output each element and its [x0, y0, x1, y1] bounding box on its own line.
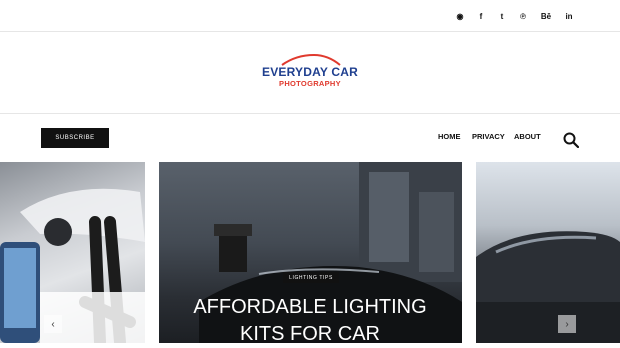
slider-next-button[interactable]: › — [558, 315, 576, 333]
nav-item-privacy[interactable]: PRIVACY — [472, 132, 505, 141]
featured-post-title[interactable]: AFFORDABLE LIGHTING KITS FOR CAR — [180, 294, 440, 348]
phone-tripod-image — [0, 188, 145, 343]
site-logo[interactable]: EVERYDAY CAR PHOTOGRAPHY — [262, 54, 358, 90]
pinterest-icon[interactable]: ℗ — [516, 9, 530, 23]
linkedin-icon[interactable]: in — [562, 9, 576, 23]
behance-icon[interactable]: Bē — [539, 9, 553, 23]
subscribe-button[interactable]: SUBSCRIBE — [41, 128, 109, 148]
slider-prev-button[interactable]: ‹ — [44, 315, 62, 333]
facebook-icon[interactable]: f — [474, 9, 488, 23]
title-line-1: AFFORDABLE LIGHTING — [193, 296, 427, 318]
title-line-2: KITS FOR CAR — [239, 323, 380, 345]
logo-subtitle: PHOTOGRAPHY — [279, 79, 341, 88]
slide-image-right[interactable] — [476, 162, 620, 343]
category-tag[interactable]: LIGHTING TIPS — [283, 272, 339, 283]
nav-item-about[interactable]: ABOUT — [514, 132, 541, 141]
search-icon[interactable] — [563, 132, 580, 149]
nav-item-home[interactable]: HOME — [438, 132, 461, 141]
bmw-car-image — [476, 231, 620, 343]
globe-icon[interactable]: ◉ — [453, 9, 467, 23]
twitter-icon[interactable]: t — [495, 9, 509, 23]
logo-title: EVERYDAY CAR — [262, 65, 358, 79]
slide-image-left[interactable] — [0, 162, 145, 343]
